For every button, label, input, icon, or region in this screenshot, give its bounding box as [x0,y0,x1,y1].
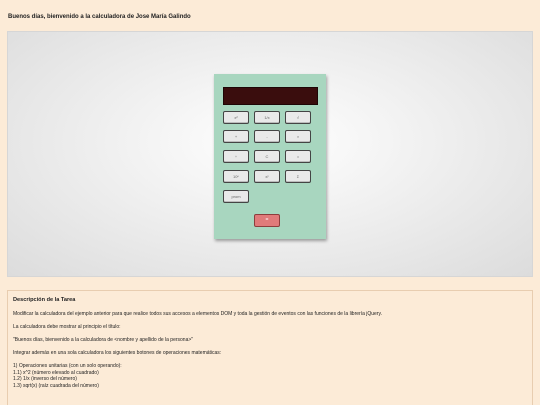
key-divide[interactable]: ÷ [223,150,249,163]
key-sqrt[interactable]: √ [285,111,311,124]
key-power[interactable]: xʸ [254,170,280,183]
key-average[interactable]: prom [223,190,249,203]
calculator-display [223,87,318,105]
key-result[interactable]: = [285,150,311,163]
key-power10[interactable]: 10ⁿ [223,170,249,183]
equals-button[interactable]: = [254,214,280,227]
page: Buenos días, bienvenido a la calculadora… [0,0,540,405]
calculator-stage: x² 1/x √ + - × ÷ C = 10ⁿ xʸ Σ prom = [7,31,533,277]
operation-item: 1.3) sqrt(x) (raíz cuadrada del número) [13,382,99,389]
key-inverse[interactable]: 1/x [254,111,280,124]
key-sum[interactable]: Σ [285,170,311,183]
task-paragraph: La calculadora debe mostrar al principio… [13,324,121,330]
key-add[interactable]: + [223,130,249,143]
operations-list: 1) Operaciones unitarias (con un solo op… [13,363,527,389]
calculator: x² 1/x √ + - × ÷ C = 10ⁿ xʸ Σ prom = [214,74,326,239]
task-title: Descripción de la Tarea [13,297,76,303]
key-subtract[interactable]: - [254,130,280,143]
key-multiply[interactable]: × [285,130,311,143]
key-clear[interactable]: C [254,150,280,163]
task-description: Descripción de la Tarea Modificar la cal… [7,290,533,405]
task-paragraph: Integrar además en una sola calculadora … [13,350,222,356]
greeting-title: Buenos días, bienvenido a la calculadora… [8,14,191,20]
task-paragraph: Modificar la calculadora del ejemplo ant… [13,311,382,317]
task-paragraph: "Buenos días, bienvenido a la calculador… [13,337,194,343]
key-square[interactable]: x² [223,111,249,124]
